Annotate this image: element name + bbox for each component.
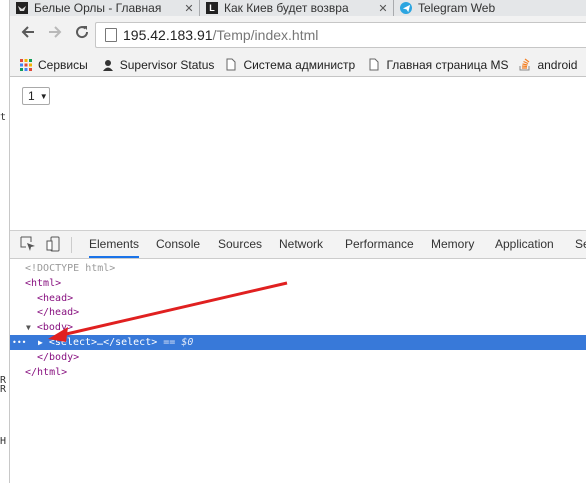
bookmark-label: Сервисы: [38, 57, 88, 72]
devtools-panel: Elements Console Sources Network Perform…: [10, 230, 586, 484]
tab-kiev[interactable]: L Как Киев будет возвра ✕: [200, 0, 394, 16]
close-tab-icon[interactable]: ✕: [183, 2, 195, 15]
devtools-tab-elements[interactable]: Elements: [89, 231, 140, 258]
selected-select-node[interactable]: ••• ▶ <select>…</select> == $0: [10, 335, 586, 350]
toolbar: 195.42.183.91 /Temp/index.html: [10, 16, 586, 53]
dropdown-caret-icon: ▼: [39, 91, 48, 101]
toolbar-divider: [71, 237, 72, 253]
edge-char: t: [0, 112, 7, 123]
collapsed-triangle-icon[interactable]: ▶: [38, 338, 43, 347]
bookmark-services[interactable]: Сервисы: [20, 58, 88, 72]
bookmark-label: Система администр: [243, 57, 356, 72]
devtools-tab-console[interactable]: Console: [156, 231, 200, 258]
head-close-node: </head>: [37, 307, 80, 318]
bookmark-label: Supervisor Status: [119, 57, 215, 72]
device-toolbar-icon[interactable]: [46, 236, 62, 252]
page-info-icon[interactable]: [105, 28, 117, 42]
devtools-tab-application[interactable]: Application: [495, 231, 554, 258]
arrow-right-icon: [47, 24, 63, 45]
page-content: 1 ▼: [10, 77, 586, 230]
html-open-node[interactable]: <html>: [25, 276, 61, 291]
address-bar[interactable]: 195.42.183.91 /Temp/index.html: [95, 22, 586, 48]
select-close-tag: </select>: [103, 337, 158, 348]
letter-l-icon: L: [206, 2, 218, 14]
bookmark-label: Главная страница MS: [386, 57, 509, 72]
page-icon: [225, 58, 237, 72]
tab-telegram[interactable]: Telegram Web: [394, 0, 586, 16]
edge-char: R: [0, 384, 7, 395]
back-button[interactable]: [18, 24, 38, 44]
devtools-tabbar: Elements Console Sources Network Perform…: [10, 231, 586, 259]
tab-title: Как Киев будет возвра: [224, 1, 349, 15]
bookmark-android[interactable]: android: [519, 58, 577, 72]
close-tab-icon[interactable]: ✕: [377, 2, 389, 15]
expanded-triangle-icon[interactable]: ▼: [26, 323, 31, 332]
url-host: 195.42.183.91: [123, 27, 213, 43]
devtools-tab-security[interactable]: Se: [575, 231, 586, 258]
background-window-edge: t R R H: [0, 0, 10, 483]
forward-button[interactable]: [45, 24, 65, 44]
url-path: /Temp/index.html: [212, 27, 319, 43]
stackoverflow-icon: [519, 58, 531, 72]
select-node-line: ▶ <select>…</select> == $0: [38, 335, 193, 350]
bookmark-label: android: [537, 57, 578, 72]
number-select[interactable]: 1 ▼: [22, 87, 50, 105]
bookmark-main-page[interactable]: Главная страница MS: [368, 58, 510, 72]
devtools-tab-sources[interactable]: Sources: [218, 231, 262, 258]
devtools-tab-performance[interactable]: Performance: [345, 231, 414, 258]
bookmark-system-admin[interactable]: Система администр: [225, 58, 361, 72]
reload-icon: [74, 24, 90, 45]
body-close-node: </body>: [37, 352, 80, 363]
doctype-node[interactable]: <!DOCTYPE html>: [25, 261, 115, 276]
tab-belye-orly[interactable]: Белые Орлы - Главная ✕: [10, 0, 200, 16]
select-value: 1: [28, 89, 35, 103]
telegram-icon: [400, 2, 412, 14]
more-actions-icon[interactable]: •••: [12, 335, 26, 350]
bookmark-supervisor[interactable]: Supervisor Status: [102, 57, 215, 72]
reload-button[interactable]: [72, 24, 92, 44]
html-close-node: </html>: [25, 367, 68, 378]
apps-grid-icon: [20, 58, 32, 72]
tab-title: Белые Орлы - Главная: [34, 1, 162, 15]
select-open-tag: <select>: [48, 337, 98, 348]
head-open-node[interactable]: <head>: [37, 291, 73, 306]
bookmarks-bar: Сервисы Supervisor Status Система админи…: [10, 53, 586, 77]
supervisor-icon: [102, 58, 114, 72]
tab-strip: Белые Орлы - Главная ✕ L Как Киев будет …: [10, 0, 586, 16]
devtools-tab-memory[interactable]: Memory: [431, 231, 474, 258]
edge-char: H: [0, 436, 7, 447]
body-open-tag: <body>: [36, 322, 73, 333]
eagle-icon: [16, 2, 28, 14]
browser-window: Белые Орлы - Главная ✕ L Как Киев будет …: [10, 0, 586, 484]
selected-ref: == $0: [163, 337, 194, 348]
arrow-left-icon: [20, 24, 36, 45]
body-node[interactable]: ▼ <body>: [26, 320, 73, 335]
inspect-element-icon[interactable]: [20, 236, 36, 252]
page-icon: [368, 58, 380, 72]
tab-title: Telegram Web: [418, 1, 496, 15]
devtools-tab-network[interactable]: Network: [279, 231, 323, 258]
